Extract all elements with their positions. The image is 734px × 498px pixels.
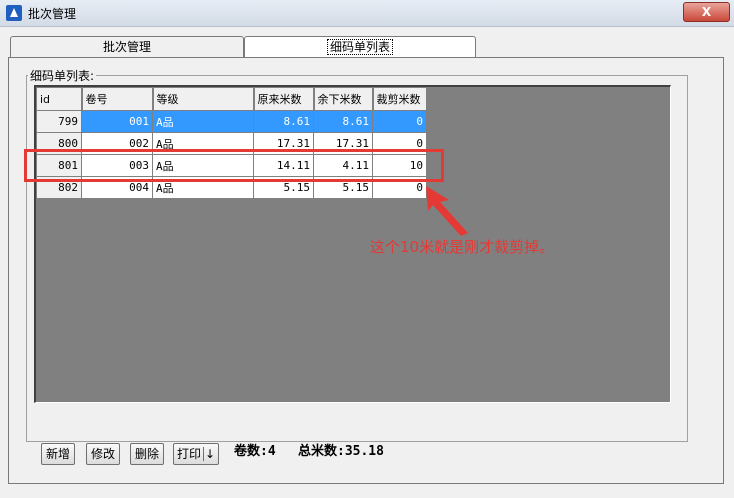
annotation-arrow-icon bbox=[426, 186, 468, 236]
annotation-text: 这个10米就是刚才裁剪掉。 bbox=[370, 238, 555, 256]
